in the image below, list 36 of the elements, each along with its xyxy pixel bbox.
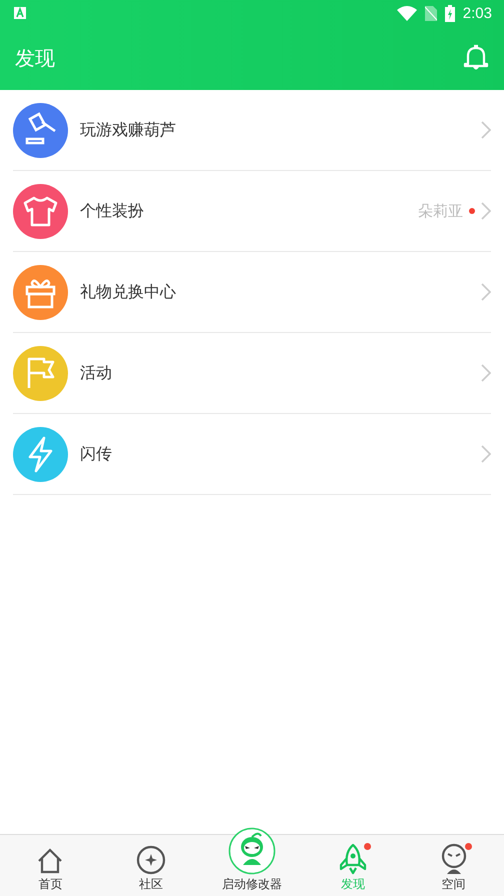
chevron-icon (481, 202, 491, 220)
list-item[interactable]: 闪传 (13, 414, 491, 495)
nav-tab[interactable]: 启动修改器 (202, 827, 302, 893)
wifi-icon (396, 6, 417, 20)
item-icon (13, 184, 68, 238)
item-label: 玩游戏赚葫芦 (80, 120, 176, 140)
bell-icon[interactable] (463, 44, 489, 72)
home-icon (36, 847, 64, 875)
item-label: 活动 (80, 362, 112, 384)
list-item[interactable]: 活动 (13, 333, 491, 414)
rocket-icon (338, 843, 367, 875)
face-icon (440, 843, 468, 875)
chevron-icon (481, 364, 491, 382)
item-icon (13, 102, 68, 158)
item-icon (13, 346, 68, 400)
chevron-icon (481, 121, 491, 139)
item-icon (13, 426, 68, 482)
nav-tab[interactable]: 首页 (0, 847, 101, 893)
list-item[interactable]: 个性装扮 朵莉亚 (13, 171, 491, 252)
page-title: 发现 (15, 44, 55, 72)
item-label: 礼物兑换中心 (80, 282, 176, 302)
item-label: 个性装扮 (80, 200, 144, 222)
notification-icon (14, 7, 26, 19)
nav-tab[interactable]: 社区 (100, 845, 202, 893)
status-time: 2:03 (462, 4, 492, 22)
chevron-icon (481, 283, 491, 301)
item-label: 闪传 (80, 444, 112, 464)
nav-tab[interactable]: 空间 (403, 843, 504, 893)
sparkle-icon (136, 845, 166, 875)
list-item[interactable]: 玩游戏赚葫芦 (13, 90, 491, 171)
list-item[interactable]: 礼物兑换中心 (13, 252, 491, 333)
chevron-icon (481, 445, 491, 463)
no-sim-icon (424, 6, 437, 20)
battery-icon (444, 4, 455, 22)
item-icon (13, 264, 68, 320)
item-detail: 朵莉亚 (418, 202, 463, 220)
